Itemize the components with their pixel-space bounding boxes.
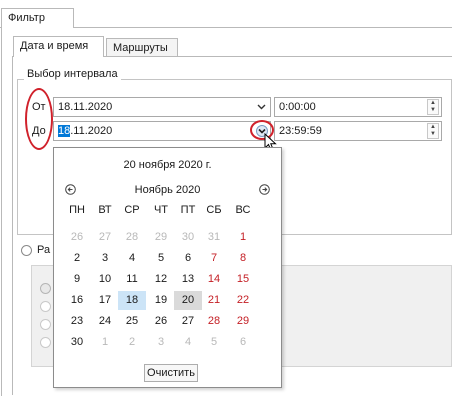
interval-group-legend: Выбор интервала <box>24 67 121 81</box>
calendar-day-cell[interactable]: 23 <box>63 312 91 331</box>
calendar-day-cell[interactable]: 8 <box>229 249 257 268</box>
calendar-day-cell[interactable]: 3 <box>147 333 175 352</box>
calendar-day-cell[interactable]: 6 <box>174 249 202 268</box>
calendar-day-cell[interactable]: 27 <box>91 228 119 247</box>
tab-routes[interactable]: Маршруты <box>106 38 178 56</box>
from-time-value: 0:00:00 <box>279 101 316 113</box>
calendar-day-cell[interactable]: 30 <box>174 228 202 247</box>
calendar-day-cell[interactable]: 5 <box>147 249 175 268</box>
calendar-day-cell[interactable]: 24 <box>91 312 119 331</box>
calendar-day-cell[interactable]: 22 <box>229 291 257 310</box>
calendar-day-cell[interactable]: 20 <box>174 291 202 310</box>
calendar-day-cell[interactable]: 4 <box>118 249 146 268</box>
calendar-weekday-header: ВС <box>235 204 251 216</box>
circle-arrow-right-icon[interactable] <box>259 184 270 195</box>
spin-down-icon[interactable]: ▼ <box>428 131 438 138</box>
chevron-down-icon <box>257 104 266 110</box>
calendar-day-cell[interactable]: 10 <box>91 270 119 289</box>
calendar-day-cell[interactable]: 19 <box>147 291 175 310</box>
calendar-clear-button[interactable]: Очистить <box>144 364 198 382</box>
radio-option-button[interactable] <box>21 245 32 256</box>
calendar-weekday-header: СБ <box>206 204 222 216</box>
to-time-field[interactable]: 23:59:59 ▲ ▼ <box>274 121 442 141</box>
to-date-rest-text: .11.2020 <box>70 125 113 137</box>
spin-down-icon[interactable]: ▼ <box>428 107 438 114</box>
calendar-day-cell[interactable]: 3 <box>91 249 119 268</box>
calendar-today-caption: 20 ноября 2020 г. <box>123 159 212 171</box>
from-date-value: 18.11.2020 <box>58 101 113 113</box>
calendar-weekday-header: ПТ <box>180 204 196 216</box>
calendar-day-cell[interactable]: 25 <box>118 312 146 331</box>
radio-option-label: Ра <box>37 244 51 256</box>
tab-routes-label: Маршруты <box>113 42 168 54</box>
from-time-spinner[interactable]: ▲ ▼ <box>427 99 439 115</box>
calendar-day-cell[interactable]: 1 <box>229 228 257 247</box>
calendar-day-cell[interactable]: 31 <box>200 228 228 247</box>
tab-filter-label: Фильтр <box>8 12 45 24</box>
calendar-day-cell[interactable]: 28 <box>118 228 146 247</box>
calendar-day-cell[interactable]: 26 <box>147 312 175 331</box>
calendar-day-cell[interactable]: 29 <box>147 228 175 247</box>
calendar-day-cell[interactable]: 17 <box>91 291 119 310</box>
calendar-day-cell[interactable]: 2 <box>63 249 91 268</box>
to-time-spinner[interactable]: ▲ ▼ <box>427 123 439 139</box>
calendar-weekday-header: ВТ <box>98 204 112 216</box>
to-date-field[interactable]: 18.11.2020 <box>53 121 271 141</box>
calendar-weekday-header: ЧТ <box>153 204 169 216</box>
calendar-clear-label: Очистить <box>147 367 195 379</box>
tab-filter[interactable]: Фильтр <box>1 8 74 28</box>
calendar-day-cell[interactable]: 7 <box>200 249 228 268</box>
calendar-day-cell[interactable]: 16 <box>63 291 91 310</box>
spin-up-icon[interactable]: ▲ <box>428 100 438 107</box>
calendar-day-cell[interactable]: 29 <box>229 312 257 331</box>
calendar-day-cell[interactable]: 11 <box>118 270 146 289</box>
calendar-day-cell[interactable]: 27 <box>174 312 202 331</box>
calendar-day-cell[interactable]: 18 <box>118 291 146 310</box>
calendar-weekday-header: СР <box>124 204 140 216</box>
to-time-value: 23:59:59 <box>279 125 322 137</box>
tab-date-time-label: Дата и время <box>20 40 89 52</box>
from-date-dropdown-button[interactable] <box>253 98 270 116</box>
to-date-selected-text: 18 <box>58 125 71 137</box>
calendar-day-cell[interactable]: 21 <box>200 291 228 310</box>
calendar-day-cell[interactable]: 15 <box>229 270 257 289</box>
calendar-day-cell[interactable]: 9 <box>63 270 91 289</box>
calendar-popup: 20 ноября 2020 г. Ноябрь 2020 ПН ВТ СР ЧТ ПТ… <box>53 147 282 388</box>
from-time-field[interactable]: 0:00:00 ▲ ▼ <box>274 97 442 117</box>
calendar-month-label[interactable]: Ноябрь 2020 <box>54 183 281 197</box>
lower-radio-2[interactable] <box>40 301 51 312</box>
calendar-day-cell[interactable]: 1 <box>91 333 119 352</box>
calendar-day-cell[interactable]: 12 <box>147 270 175 289</box>
calendar-day-cell[interactable]: 13 <box>174 270 202 289</box>
lower-radio-3[interactable] <box>40 319 51 330</box>
lower-radio-1[interactable] <box>40 283 51 294</box>
calendar-day-cell[interactable]: 14 <box>200 270 228 289</box>
spin-up-icon[interactable]: ▲ <box>428 124 438 131</box>
annotation-circle-labels <box>25 88 53 150</box>
calendar-day-cell[interactable]: 4 <box>174 333 202 352</box>
calendar-day-cell[interactable]: 5 <box>200 333 228 352</box>
calendar-day-cell[interactable]: 6 <box>229 333 257 352</box>
tab-date-time[interactable]: Дата и время <box>13 36 104 57</box>
calendar-day-cell[interactable]: 26 <box>63 228 91 247</box>
calendar-day-cell[interactable]: 2 <box>118 333 146 352</box>
calendar-weekday-header: ПН <box>69 204 85 216</box>
calendar-day-cell[interactable]: 30 <box>63 333 91 352</box>
calendar-day-cell[interactable]: 28 <box>200 312 228 331</box>
from-date-field[interactable]: 18.11.2020 <box>53 97 271 117</box>
lower-radio-4[interactable] <box>40 337 51 348</box>
